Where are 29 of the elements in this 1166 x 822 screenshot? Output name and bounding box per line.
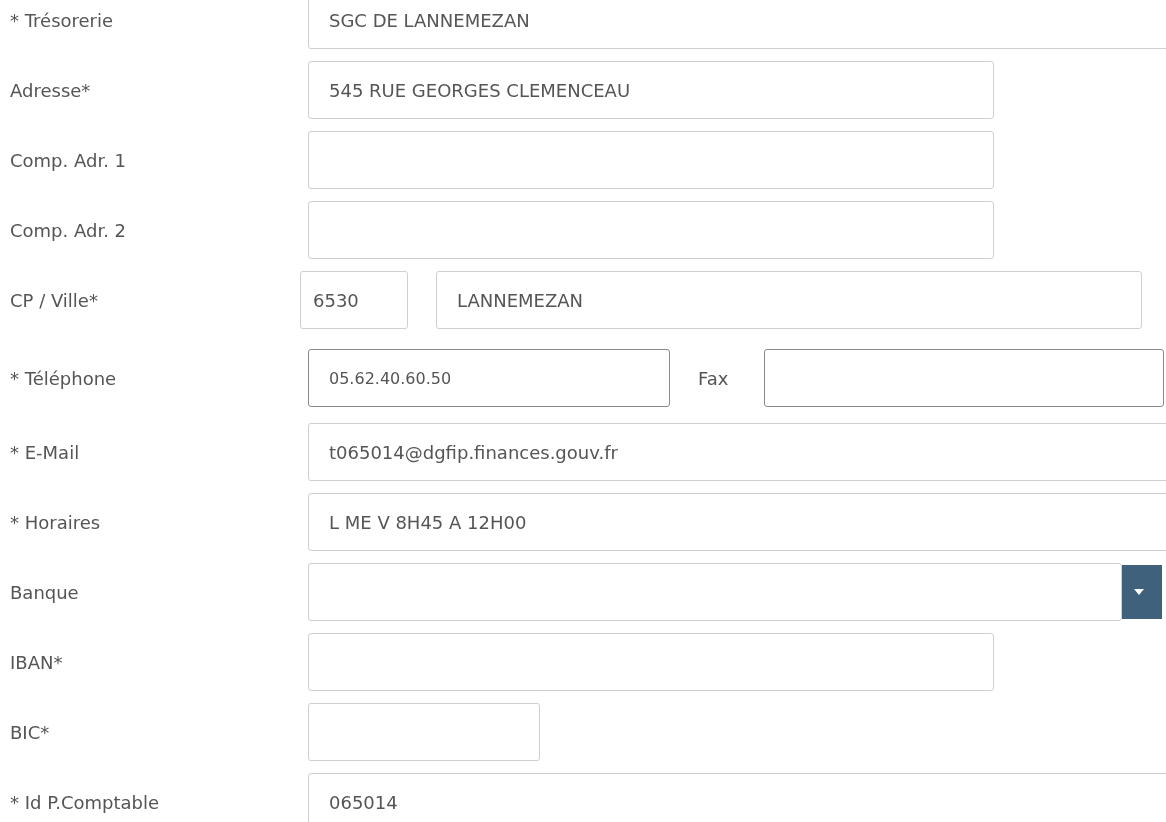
text-field[interactable] xyxy=(308,703,540,761)
bank-select[interactable] xyxy=(308,563,1122,621)
city-field[interactable]: LANNEMEZAN xyxy=(436,271,1142,329)
text-field[interactable]: L ME V 8H45 A 12H00 xyxy=(308,493,1166,551)
field-label: * Téléphone xyxy=(9,367,118,389)
text-field[interactable]: 545 RUE GEORGES CLEMENCEAU xyxy=(308,61,994,119)
text-field[interactable] xyxy=(308,131,994,189)
field-label: IBAN* xyxy=(9,651,64,673)
text-field[interactable]: t065014@dgfip.finances.gouv.fr xyxy=(308,423,1166,481)
field-label: BIC* xyxy=(9,721,51,743)
field-label: Comp. Adr. 2 xyxy=(9,219,128,241)
caret-icon xyxy=(1134,589,1144,595)
field-label: * Id P.Comptable xyxy=(9,791,161,813)
field-label: * Horaires xyxy=(9,511,102,533)
postcode-field[interactable]: 6530 xyxy=(300,271,408,329)
field-label: * E-Mail xyxy=(9,441,81,463)
field-label: Banque xyxy=(9,581,80,603)
text-field[interactable]: 065014 xyxy=(308,773,1166,822)
fax-field[interactable] xyxy=(764,349,1165,407)
text-field[interactable]: SGC DE LANNEMEZAN xyxy=(308,0,1166,49)
fax-label: Fax xyxy=(698,367,729,389)
phone-field[interactable]: 05.62.40.60.50 xyxy=(308,349,670,407)
field-label: CP / Ville* xyxy=(9,289,99,311)
text-field[interactable] xyxy=(308,633,994,691)
dropdown-button[interactable] xyxy=(1122,565,1162,619)
field-label: Comp. Adr. 1 xyxy=(9,149,128,171)
field-label: * Trésorerie xyxy=(9,9,115,31)
text-field[interactable] xyxy=(308,201,994,259)
field-label: Adresse* xyxy=(9,79,92,101)
